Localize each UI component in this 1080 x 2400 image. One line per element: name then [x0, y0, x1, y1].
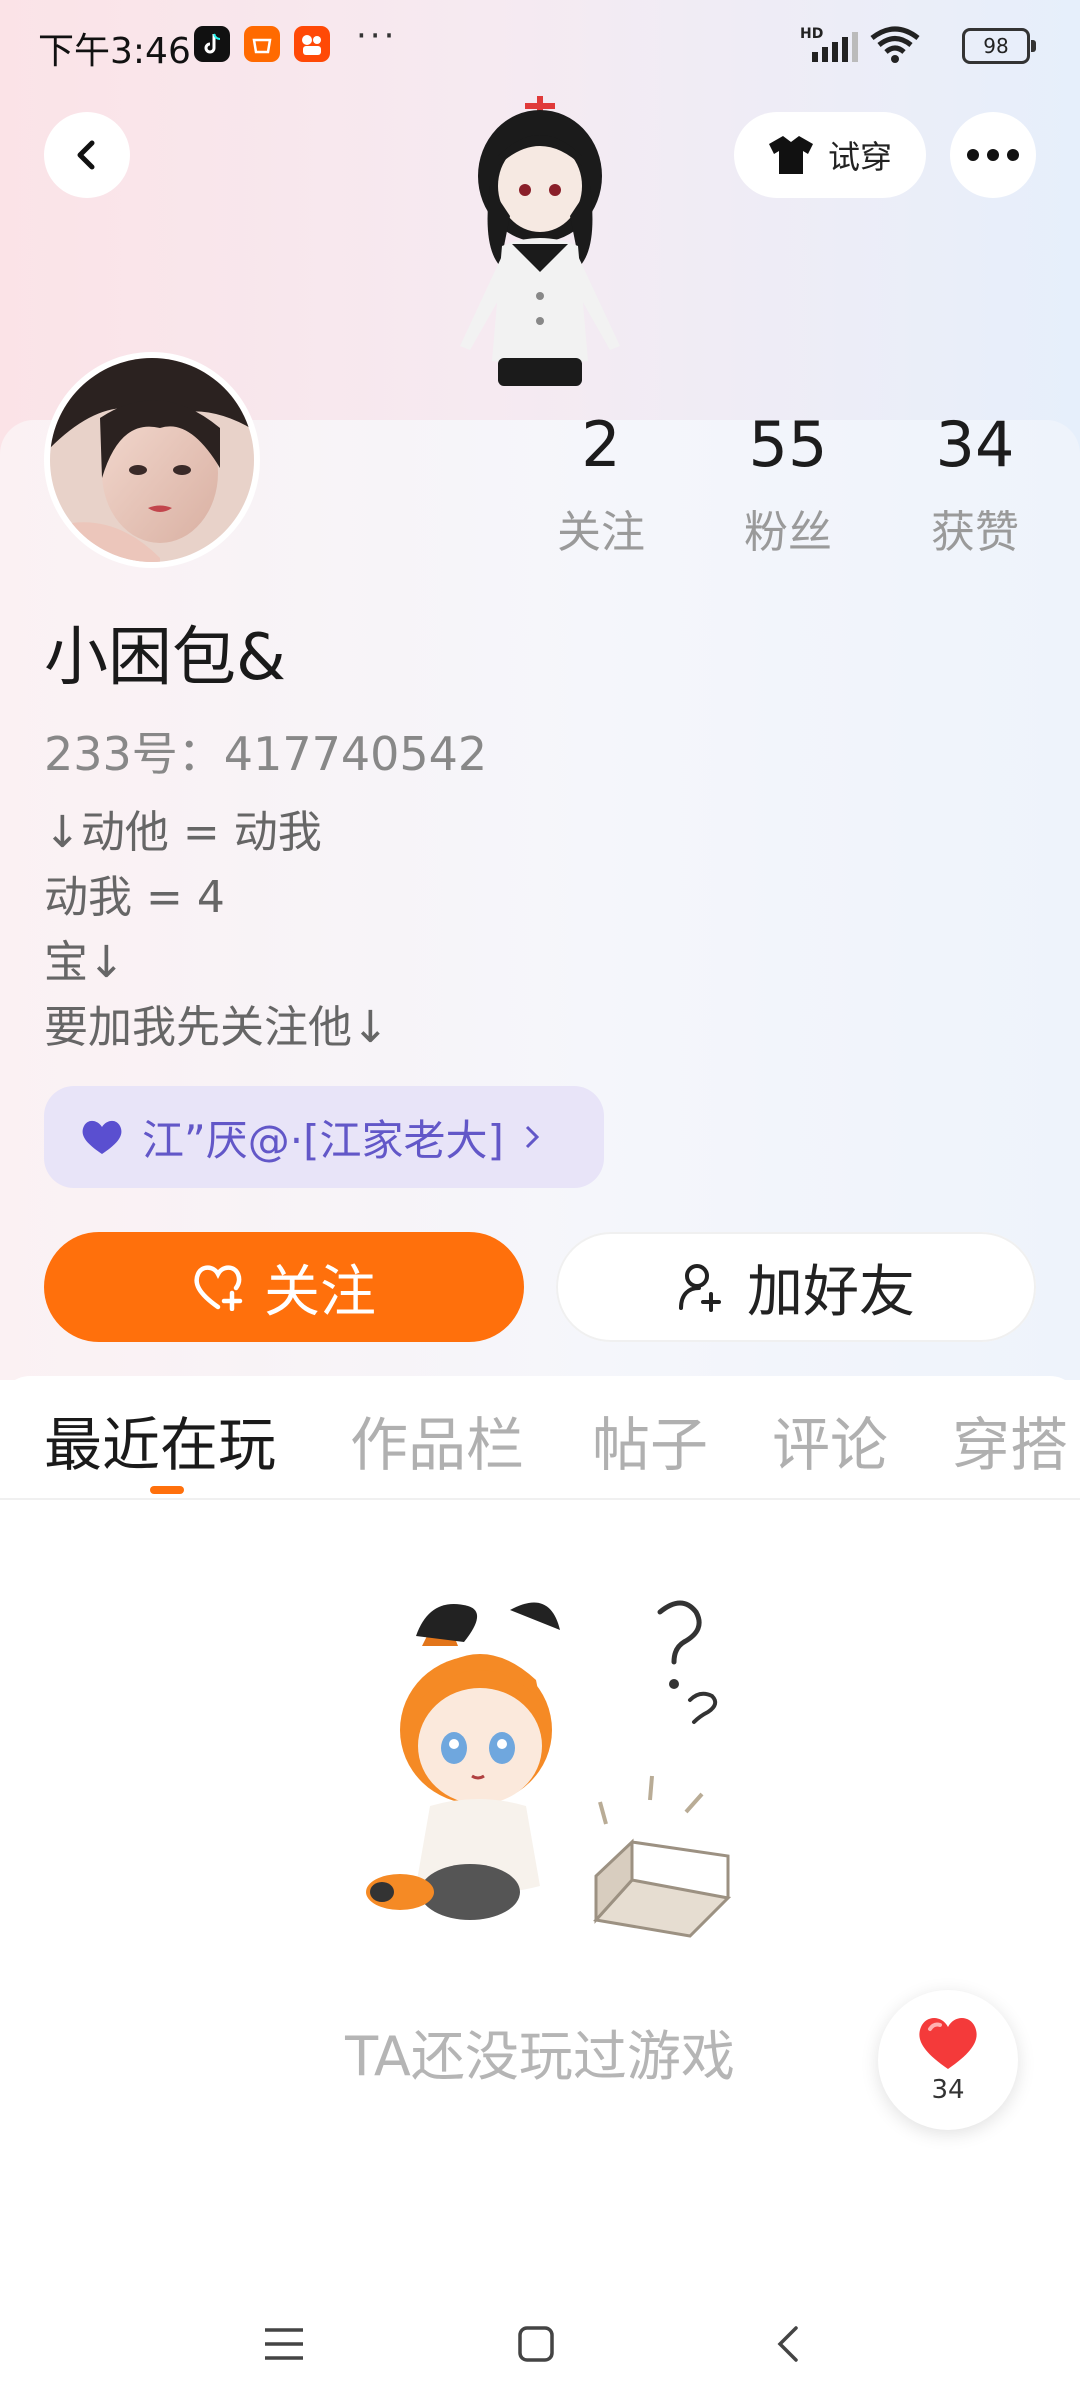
more-options-button[interactable] [950, 112, 1036, 198]
empty-state-illustration [360, 1580, 740, 1960]
stat-value: 34 [935, 408, 1015, 481]
profile-uid[interactable]: 233号：417740542 [44, 718, 487, 784]
stat-likes[interactable]: 34 获赞 [910, 410, 1040, 560]
wifi-icon [870, 26, 920, 68]
group-chip[interactable]: 江”厌@·[江家老大] [44, 1086, 604, 1188]
kuaishou-app-icon [294, 26, 330, 62]
recent-apps-button[interactable] [254, 2314, 314, 2374]
tab-recent-games[interactable]: 最近在玩 [44, 1398, 276, 1482]
more-dots-icon [967, 149, 1019, 161]
tiktok-app-icon [194, 26, 230, 62]
add-user-icon [679, 1264, 721, 1312]
stat-value: 2 [581, 408, 621, 481]
bio-line: 动我 = 4 [44, 872, 225, 923]
status-time: 下午3:46 [38, 31, 191, 72]
like-button[interactable]: 34 [878, 1990, 1018, 2130]
heart-icon [919, 2018, 977, 2069]
add-friend-button[interactable]: 加好友 [556, 1232, 1036, 1342]
avatar[interactable] [44, 352, 260, 568]
stat-label: 关注 [557, 507, 645, 558]
home-square-icon [518, 2326, 554, 2362]
like-count: 34 [931, 2075, 965, 2105]
follow-label: 关注 [264, 1259, 376, 1325]
home-button[interactable] [506, 2314, 566, 2374]
back-button[interactable] [44, 112, 130, 198]
status-more-dots: ··· [356, 16, 398, 56]
avatar-3d-figure [430, 96, 650, 416]
system-back-button[interactable] [758, 2314, 818, 2374]
bio-line: 宝↓ [44, 937, 125, 988]
content-tabs: 最近在玩 作品栏 帖子 评论 穿搭 [0, 1376, 1080, 1500]
signal-icon [812, 32, 858, 66]
stat-label: 获赞 [931, 507, 1019, 558]
group-chip-label: 江”厌@·[江家老大] [142, 1115, 504, 1165]
tab-outfits[interactable]: 穿搭 [952, 1398, 1068, 1482]
stat-following[interactable]: 2 关注 [536, 410, 666, 560]
stat-value: 55 [748, 408, 828, 481]
stat-label: 粉丝 [744, 507, 832, 558]
bio-line: ↓动他 = 动我 [44, 807, 322, 858]
active-tab-indicator [150, 1486, 184, 1494]
heart-plus-icon [194, 1265, 243, 1311]
tab-works[interactable]: 作品栏 [350, 1398, 524, 1482]
try-on-button[interactable]: 试穿 [734, 112, 926, 198]
tab-posts[interactable]: 帖子 [592, 1398, 708, 1482]
menu-icon [265, 2328, 303, 2360]
back-chevron-icon [777, 2326, 798, 2362]
follow-button[interactable]: 关注 [44, 1232, 524, 1342]
try-on-label: 试穿 [827, 138, 892, 176]
profile-name: 小困包& [44, 621, 286, 695]
tshirt-icon [768, 136, 813, 174]
heart-icon [82, 1120, 122, 1154]
bio-line: 要加我先关注他↓ [44, 1002, 389, 1053]
chevron-right-icon [525, 1125, 540, 1149]
taobao-app-icon [244, 26, 280, 62]
status-bar: 下午3:46 ··· HD 98 [0, 0, 1080, 90]
battery-indicator: 98 [962, 28, 1036, 64]
stat-followers[interactable]: 55 粉丝 [723, 410, 853, 560]
system-navigation-bar [0, 2290, 1080, 2400]
profile-bio: ↓动他 = 动我 动我 = 4 宝↓ 要加我先关注他↓ [44, 800, 389, 1060]
add-friend-label: 加好友 [747, 1259, 915, 1325]
tab-comments[interactable]: 评论 [772, 1398, 888, 1482]
chevron-left-icon [77, 140, 95, 170]
